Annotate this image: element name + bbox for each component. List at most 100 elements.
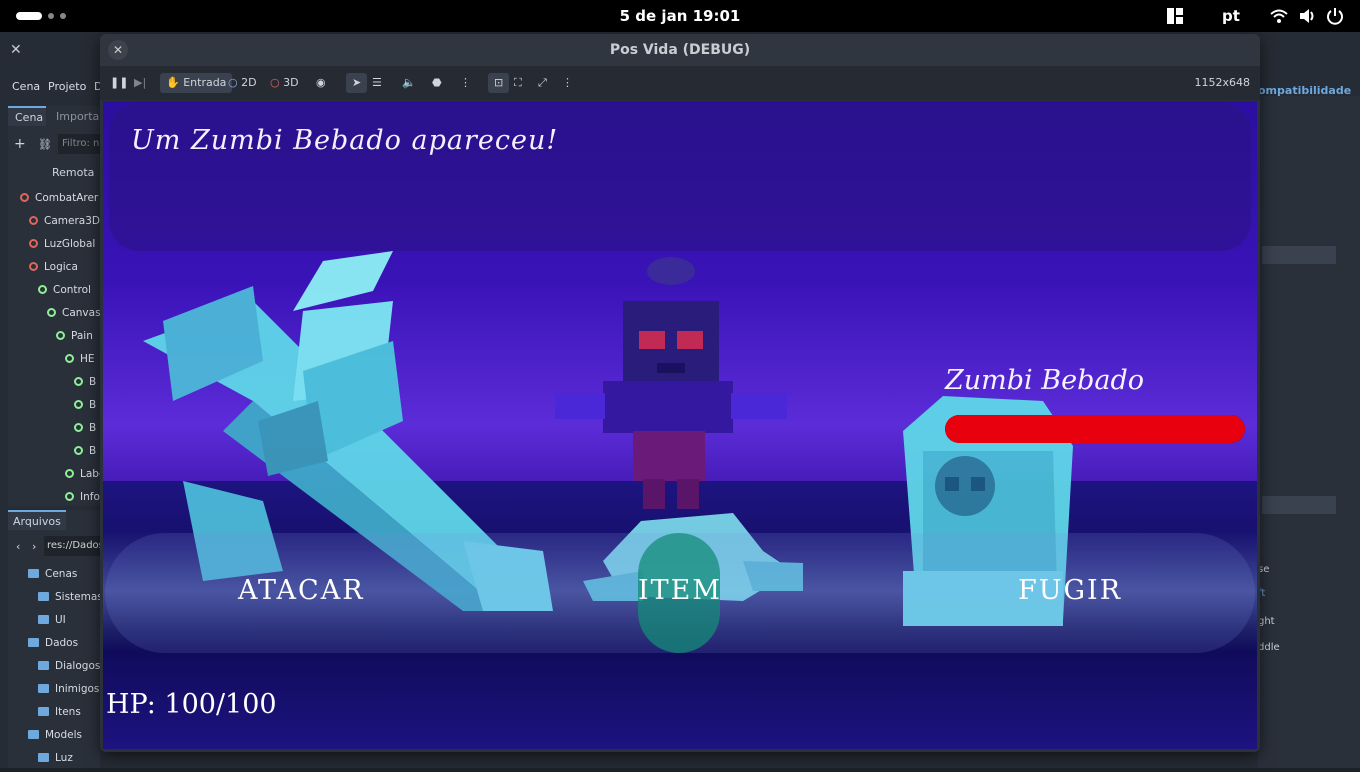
camera-override-icon[interactable]: ⊡ — [488, 73, 510, 93]
player-hp-text: HP: 100/100 — [106, 689, 277, 720]
file-tree-label: Sistemas — [55, 591, 103, 603]
back-icon[interactable]: ‹ — [16, 540, 20, 553]
scene-tree-node[interactable]: Pain — [56, 330, 93, 350]
folder-icon — [38, 684, 49, 693]
scene-tree-label: B — [89, 445, 97, 457]
remote-tab[interactable]: Remota — [52, 166, 94, 179]
menu-projeto[interactable]: Projeto — [48, 80, 86, 93]
next-frame-icon[interactable]: ▶| — [134, 73, 146, 93]
zombie-model — [555, 257, 787, 509]
forward-icon[interactable]: › — [32, 540, 36, 553]
flee-button[interactable]: FUGIR — [1018, 575, 1122, 606]
file-tree-item[interactable]: Models — [28, 729, 82, 749]
game-viewport[interactable]: Um Zumbi Bebado apareceu! Zumbi Bebado A… — [103, 101, 1257, 749]
scene-tree-node[interactable]: Canvas — [47, 307, 101, 327]
input-label: Entrada — [183, 76, 227, 89]
scene-tree-node[interactable]: B — [74, 445, 96, 465]
scene-tree-label: CombatArer — [35, 192, 99, 204]
volume-icon[interactable] — [1298, 7, 1316, 25]
file-tree-label: Luz — [55, 752, 73, 764]
scene-tree-node[interactable]: Camera3D — [29, 215, 100, 235]
scene-tree-node[interactable]: LuzGlobal — [29, 238, 95, 258]
more-icon[interactable]: ⋮ — [460, 73, 471, 93]
file-tree-item[interactable]: UI — [38, 614, 66, 634]
scene-tree-label: Canvas — [62, 307, 101, 319]
file-tree-item[interactable]: Inimigos — [38, 683, 99, 703]
scene-tree-node[interactable]: Control — [38, 284, 91, 304]
system-top-bar: 5 de jan 19:01 pt — [0, 0, 1360, 32]
folder-icon — [38, 592, 49, 601]
visibility-icon[interactable]: ◉ — [316, 73, 326, 93]
files-path-input[interactable]: res://Dados — [44, 536, 104, 556]
tab-importar[interactable]: Importar — [56, 110, 104, 123]
file-tree-item[interactable]: Cenas — [28, 568, 77, 588]
file-tree-item[interactable]: Dados — [28, 637, 78, 657]
scene-tree-node[interactable]: Infol — [65, 491, 103, 511]
input-icon: ✋ — [166, 76, 180, 89]
camera-icon[interactable]: ⬣ — [432, 73, 442, 93]
window-close-button[interactable]: ✕ — [108, 40, 128, 60]
power-icon[interactable] — [1326, 7, 1344, 25]
scene-tree-node[interactable]: HE — [65, 353, 95, 373]
list-select-icon[interactable]: ☰ — [372, 73, 382, 93]
file-tree-label: Itens — [55, 706, 81, 718]
mode-2d-button[interactable]: ○ 2D — [228, 73, 257, 93]
inspector-text: ddle — [1258, 642, 1280, 653]
tab-arquivos[interactable]: Arquivos — [8, 510, 66, 530]
inspector-dock: ompatibilidade se ft ght ddle — [1258, 84, 1360, 768]
item-button[interactable]: ITEM — [638, 575, 722, 606]
file-tree-item[interactable]: Dialogos — [38, 660, 100, 680]
node-icon — [65, 492, 74, 501]
node-icon — [38, 285, 47, 294]
link-icon[interactable]: ⛓ — [38, 138, 52, 151]
editor-menubar: Cena Projeto D — [0, 76, 102, 100]
file-tree-item[interactable]: Luz — [38, 752, 73, 772]
file-tree-item[interactable]: Itens — [38, 706, 81, 726]
wifi-icon[interactable] — [1270, 7, 1288, 25]
file-tree-label: Models — [45, 729, 82, 741]
more-icon[interactable]: ⋮ — [562, 73, 573, 93]
folder-icon — [38, 753, 49, 762]
file-tree-label: Cenas — [45, 568, 78, 580]
scene-tree-node[interactable]: Logica — [29, 261, 78, 281]
fit-icon[interactable]: ⛶ — [514, 73, 522, 93]
editor-close-icon[interactable]: ✕ — [10, 42, 22, 58]
file-tree-label: Inimigos — [55, 683, 100, 695]
inspector-row — [1262, 246, 1336, 264]
file-tree-label: UI — [55, 614, 66, 626]
folder-icon — [38, 707, 49, 716]
scene-tree-node[interactable]: B — [74, 422, 96, 442]
scene-filter-input[interactable]: Filtro: n — [58, 134, 100, 154]
layout-icon[interactable] — [1166, 7, 1184, 25]
fullscreen-icon[interactable]: ⤢ — [538, 73, 547, 93]
scene-tree-node[interactable]: B — [74, 399, 96, 419]
select-icon[interactable]: ➤ — [346, 73, 368, 93]
dialog-box: Um Zumbi Bebado apareceu! — [109, 103, 1251, 251]
input-mode-button[interactable]: ✋ Entrada — [160, 73, 233, 93]
add-node-icon[interactable]: + — [14, 136, 26, 152]
file-tree-item[interactable]: Sistemas — [38, 591, 103, 611]
folder-icon — [28, 638, 39, 647]
game-debug-window: Pos Vida (DEBUG) ✕ ❚❚ ▶| ✋ Entrada ○ 2D … — [100, 34, 1260, 752]
node-icon — [65, 469, 74, 478]
renderer-selector[interactable]: ompatibilidade — [1258, 84, 1351, 97]
tab-cena[interactable]: Cena — [8, 106, 46, 126]
speaker-icon[interactable]: 🔈 — [402, 73, 416, 93]
scene-tree-label: B — [89, 399, 97, 411]
window-title: Pos Vida (DEBUG) — [100, 34, 1260, 66]
system-clock[interactable]: 5 de jan 19:01 — [0, 7, 1360, 25]
scene-tree-node[interactable]: CombatArer — [20, 192, 98, 212]
folder-icon — [28, 730, 39, 739]
resolution-readout: 1152x648 — [1194, 76, 1251, 89]
keyboard-language[interactable]: pt — [1222, 7, 1240, 25]
node-icon — [20, 193, 29, 202]
scene-tree-node[interactable]: B — [74, 376, 96, 396]
pause-icon[interactable]: ❚❚ — [110, 73, 128, 93]
attack-button[interactable]: ATACAR — [238, 575, 365, 606]
menu-cena[interactable]: Cena — [12, 80, 40, 93]
enemy-name: Zumbi Bebado — [945, 365, 1144, 396]
node-icon — [29, 216, 38, 225]
scene-tree-label: Logica — [44, 261, 78, 273]
node-icon — [29, 262, 38, 271]
mode-3d-button[interactable]: ○ 3D — [270, 73, 299, 93]
